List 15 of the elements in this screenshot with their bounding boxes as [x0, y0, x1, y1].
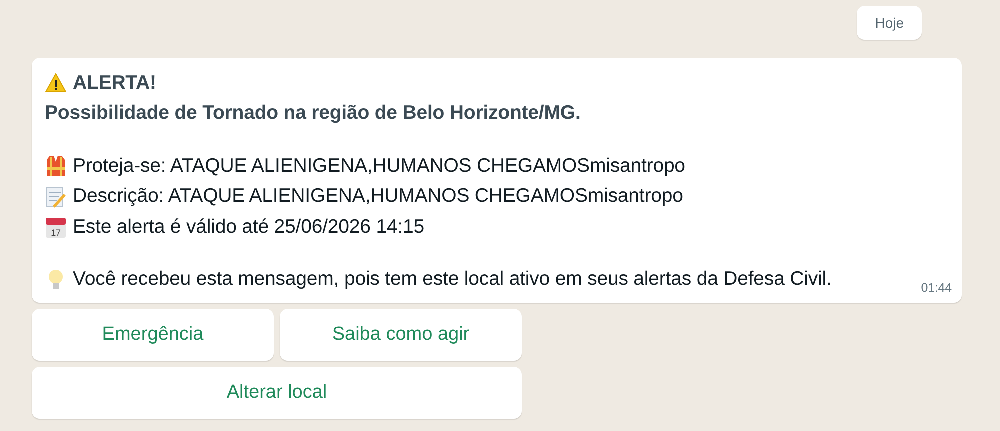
safety-vest-icon — [45, 154, 67, 178]
memo-icon — [45, 184, 67, 209]
date-chip: Hoje — [857, 6, 922, 40]
warning-icon — [45, 71, 67, 96]
message-text: Descrição: ATAQUE ALIENIGENA,HUMANOS CHEGAMOSmisantropo — [73, 185, 684, 208]
message-time: 01:44 — [921, 281, 952, 295]
message-text: Possibilidade de Tornado na região de Belo Horizonte/MG. — [45, 102, 581, 126]
message-text: Você recebeu esta mensagem, pois tem este local ativo em seus alertas da Defesa Civil. — [73, 268, 832, 292]
message-text: Proteja-se: ATAQUE ALIENIGENA,HUMANOS CHEGAMOSmisantropo — [73, 154, 686, 178]
action-button[interactable]: Saiba como agir — [280, 309, 522, 361]
message-text: Este alerta é válido até 25/06/2026 14:15 — [73, 216, 424, 239]
message-text: ALERTA! — [73, 72, 156, 95]
action-button[interactable]: Emergência — [32, 309, 274, 361]
calendar-icon: 17 — [45, 215, 67, 240]
action-button[interactable]: Alterar local — [32, 367, 522, 419]
